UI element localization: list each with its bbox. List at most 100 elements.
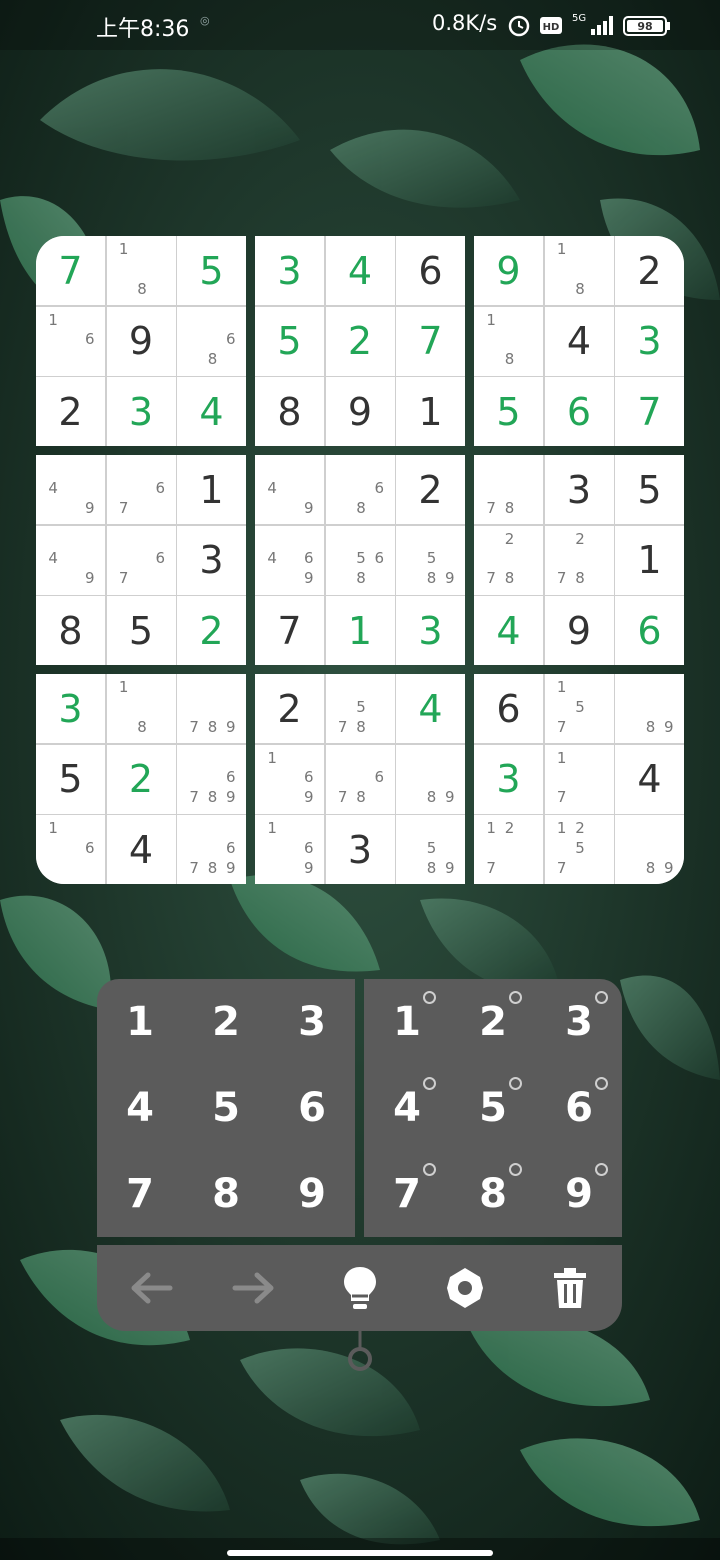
- sudoku-cell[interactable]: 5: [106, 596, 176, 665]
- sudoku-cell[interactable]: 18: [106, 674, 176, 743]
- sudoku-cell[interactable]: 49: [255, 455, 324, 524]
- sudoku-cell[interactable]: 89: [615, 674, 684, 743]
- sudoku-cell[interactable]: 68: [177, 306, 246, 376]
- sudoku-cell[interactable]: 6: [544, 377, 614, 446]
- sudoku-cell[interactable]: 49: [36, 455, 105, 524]
- sudoku-cell[interactable]: 2 78: [474, 525, 543, 595]
- sudoku-cell[interactable]: 6 789: [177, 815, 246, 884]
- digit-key[interactable]: 8: [183, 1151, 269, 1237]
- sudoku-cell[interactable]: 16: [36, 815, 105, 884]
- undo-button[interactable]: [120, 1258, 180, 1318]
- sudoku-cell[interactable]: 9: [474, 236, 543, 305]
- sudoku-cell[interactable]: 67: [106, 455, 176, 524]
- sudoku-cell[interactable]: 7: [615, 377, 684, 446]
- sudoku-cell[interactable]: 1 69: [255, 815, 324, 884]
- note-key[interactable]: 4: [364, 1065, 450, 1151]
- sudoku-cell[interactable]: 3: [325, 815, 395, 884]
- settings-button[interactable]: [435, 1258, 495, 1318]
- sudoku-cell[interactable]: 6: [396, 236, 465, 305]
- note-key[interactable]: 8: [450, 1151, 536, 1237]
- digit-key[interactable]: 3: [269, 979, 355, 1065]
- sudoku-cell[interactable]: 2: [615, 236, 684, 305]
- sudoku-cell[interactable]: 18: [544, 236, 614, 305]
- sudoku-cell[interactable]: 8: [255, 377, 324, 446]
- sudoku-cell[interactable]: 157: [544, 674, 614, 743]
- sudoku-cell[interactable]: 5: [36, 744, 105, 814]
- sudoku-cell[interactable]: 2: [255, 674, 324, 743]
- note-key[interactable]: 3: [536, 979, 622, 1065]
- sudoku-cell[interactable]: 589: [396, 525, 465, 595]
- sudoku-cell[interactable]: 8: [36, 596, 105, 665]
- note-key[interactable]: 7: [364, 1151, 450, 1237]
- sudoku-cell[interactable]: 3: [544, 455, 614, 524]
- sudoku-cell[interactable]: 5: [474, 377, 543, 446]
- sudoku-cell[interactable]: 9: [325, 377, 395, 446]
- sudoku-cell[interactable]: 6 789: [177, 744, 246, 814]
- sudoku-cell[interactable]: 67: [106, 525, 176, 595]
- sudoku-cell[interactable]: 3: [474, 744, 543, 814]
- sudoku-cell[interactable]: 4: [325, 236, 395, 305]
- sudoku-cell[interactable]: 17: [544, 744, 614, 814]
- sudoku-cell[interactable]: 16: [36, 306, 105, 376]
- sudoku-cell[interactable]: 4: [396, 674, 465, 743]
- sudoku-cell[interactable]: 5: [255, 306, 324, 376]
- sudoku-cell[interactable]: 12 7: [474, 815, 543, 884]
- sudoku-cell[interactable]: 1: [325, 596, 395, 665]
- digit-key[interactable]: 1: [97, 979, 183, 1065]
- digit-key[interactable]: 2: [183, 979, 269, 1065]
- sudoku-cell[interactable]: 49: [36, 525, 105, 595]
- note-key[interactable]: 6: [536, 1065, 622, 1151]
- sudoku-cell[interactable]: 3: [36, 674, 105, 743]
- sudoku-cell[interactable]: 1: [396, 377, 465, 446]
- sudoku-cell[interactable]: 18: [106, 236, 176, 305]
- sudoku-cell[interactable]: 4: [106, 815, 176, 884]
- sudoku-cell[interactable]: 7: [396, 306, 465, 376]
- sudoku-cell[interactable]: 7: [36, 236, 105, 305]
- sudoku-cell[interactable]: 6: [615, 596, 684, 665]
- digit-key[interactable]: 9: [269, 1151, 355, 1237]
- sudoku-cell[interactable]: 68: [325, 455, 395, 524]
- sudoku-cell[interactable]: 2: [177, 596, 246, 665]
- sudoku-cell[interactable]: 2: [36, 377, 105, 446]
- sudoku-cell[interactable]: 5: [177, 236, 246, 305]
- sudoku-cell[interactable]: 3: [106, 377, 176, 446]
- sudoku-cell[interactable]: 89: [396, 744, 465, 814]
- sudoku-cell[interactable]: 4: [177, 377, 246, 446]
- sudoku-cell[interactable]: 3: [615, 306, 684, 376]
- sudoku-cell[interactable]: 4 69: [255, 525, 324, 595]
- note-key[interactable]: 1: [364, 979, 450, 1065]
- sudoku-cell[interactable]: 4: [615, 744, 684, 814]
- sudoku-cell[interactable]: 2: [106, 744, 176, 814]
- sudoku-cell[interactable]: 3: [396, 596, 465, 665]
- note-key[interactable]: 5: [450, 1065, 536, 1151]
- sudoku-cell[interactable]: 3: [255, 236, 324, 305]
- sudoku-cell[interactable]: 2 78: [544, 525, 614, 595]
- home-indicator[interactable]: [227, 1550, 493, 1556]
- sudoku-cell[interactable]: 1257: [544, 815, 614, 884]
- sudoku-cell[interactable]: 1: [177, 455, 246, 524]
- sudoku-cell[interactable]: 7: [255, 596, 324, 665]
- sudoku-cell[interactable]: 6: [474, 674, 543, 743]
- sudoku-cell[interactable]: 789: [177, 674, 246, 743]
- redo-button[interactable]: [225, 1258, 285, 1318]
- sudoku-cell[interactable]: 9: [106, 306, 176, 376]
- note-key[interactable]: 2: [450, 979, 536, 1065]
- digit-key[interactable]: 5: [183, 1065, 269, 1151]
- sudoku-cell[interactable]: 4: [474, 596, 543, 665]
- hint-button[interactable]: [330, 1258, 390, 1318]
- sudoku-cell[interactable]: 2: [396, 455, 465, 524]
- digit-key[interactable]: 7: [97, 1151, 183, 1237]
- sudoku-cell[interactable]: 1: [615, 525, 684, 595]
- sudoku-cell[interactable]: 89: [615, 815, 684, 884]
- sudoku-cell[interactable]: 4: [544, 306, 614, 376]
- sudoku-cell[interactable]: 578: [325, 674, 395, 743]
- delete-button[interactable]: [540, 1258, 600, 1318]
- sudoku-cell[interactable]: 6 78: [325, 744, 395, 814]
- note-key[interactable]: 9: [536, 1151, 622, 1237]
- sudoku-cell[interactable]: 18: [474, 306, 543, 376]
- sudoku-cell[interactable]: 78: [474, 455, 543, 524]
- sudoku-cell[interactable]: 9: [544, 596, 614, 665]
- sudoku-cell[interactable]: 5: [615, 455, 684, 524]
- sudoku-cell[interactable]: 568: [325, 525, 395, 595]
- sudoku-cell[interactable]: 2: [325, 306, 395, 376]
